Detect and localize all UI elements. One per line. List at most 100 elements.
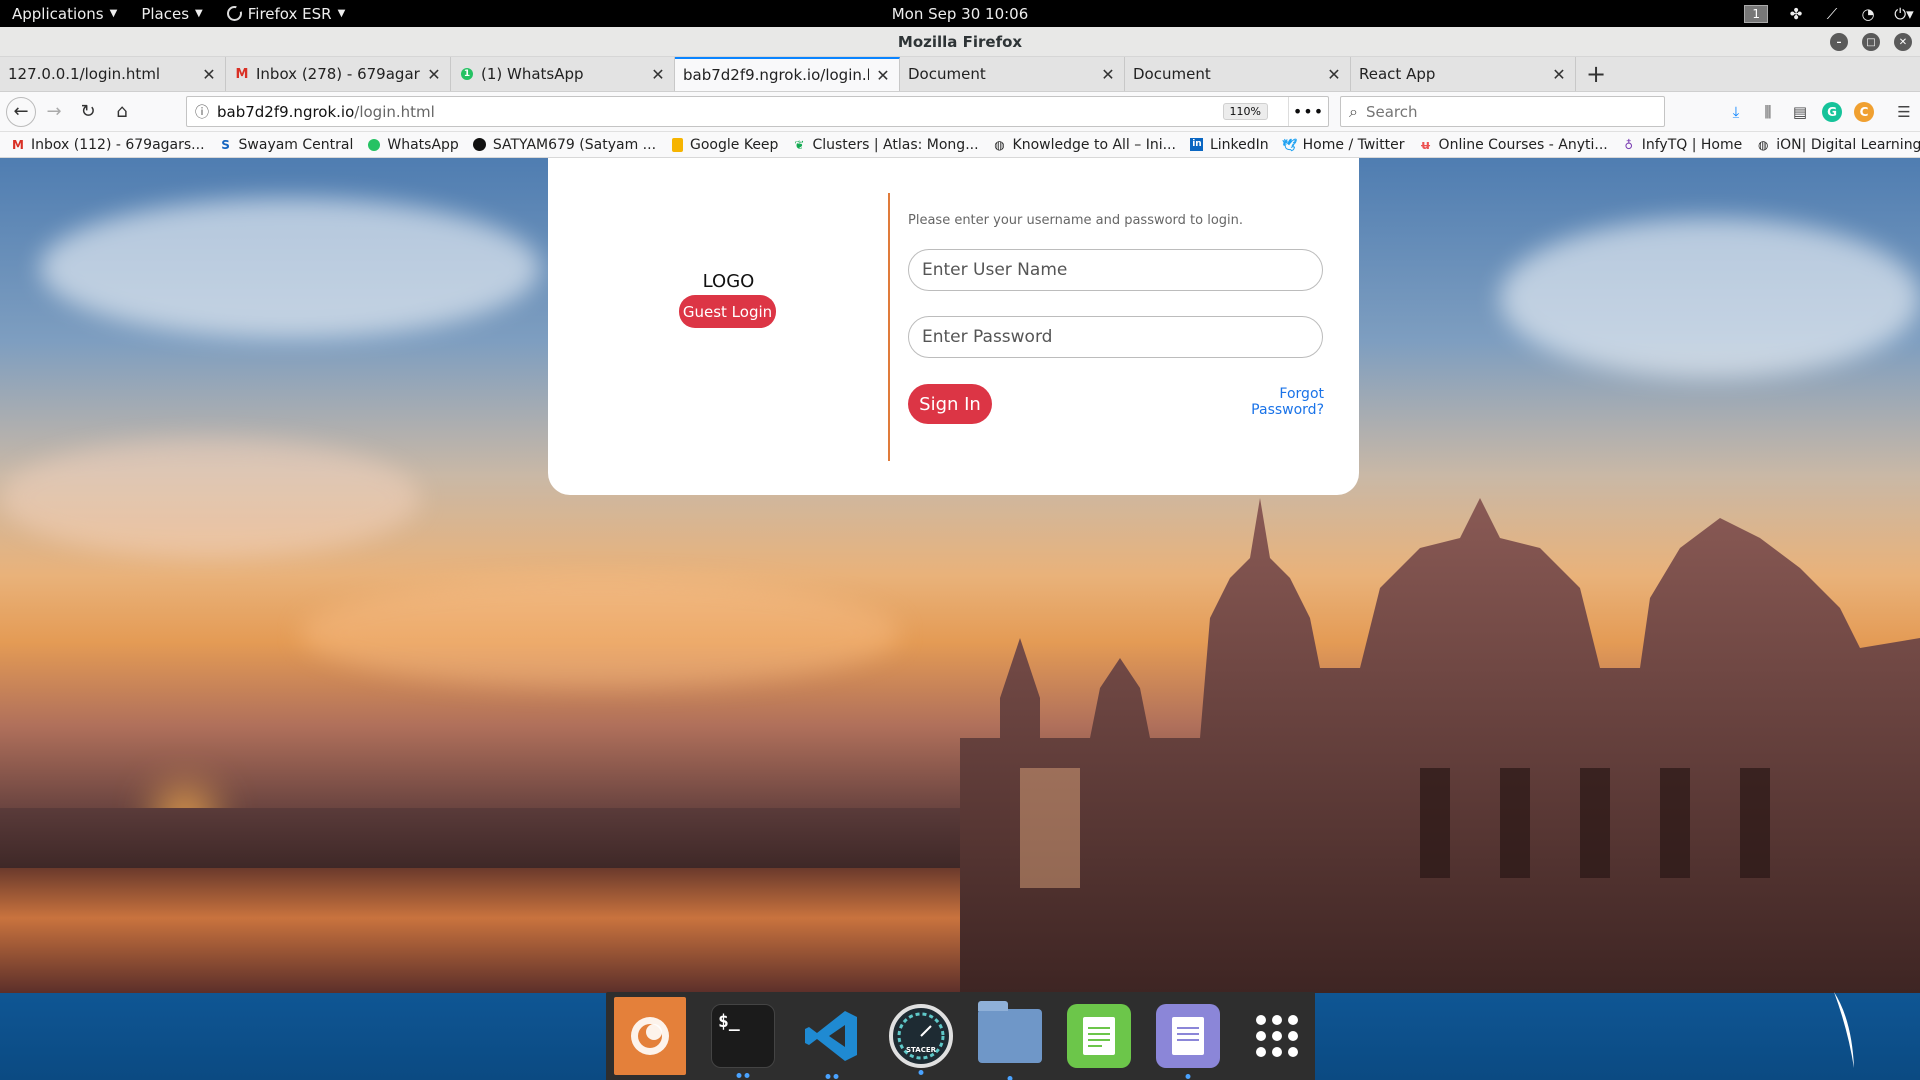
wifi-icon[interactable]: ◔ [1860, 5, 1876, 23]
extension-icon[interactable]: C [1854, 102, 1874, 122]
tab[interactable]: React App ✕ [1351, 57, 1576, 91]
new-tab-button[interactable]: + [1576, 57, 1616, 91]
bookmark-item[interactable]: S Swayam Central [218, 136, 354, 153]
grammarly-icon[interactable]: G [1822, 102, 1842, 122]
dots-grid [1256, 1015, 1298, 1057]
bookmark-item[interactable]: 🕊 Home / Twitter [1282, 137, 1405, 153]
forgot-password-link[interactable]: Forgot Password? [1208, 386, 1324, 418]
bookmark-item[interactable]: ʉ Online Courses - Anyti... [1418, 137, 1608, 153]
dropbox-icon[interactable]: ✤ [1788, 5, 1804, 23]
bookmark-item[interactable]: WhatsApp [366, 137, 459, 153]
close-tab-icon[interactable]: ✕ [1551, 65, 1567, 84]
page-actions-icon[interactable]: ••• [1288, 97, 1328, 126]
bookmark-label: Inbox (112) - 679agars... [31, 136, 205, 153]
url-bar[interactable]: ⓘ bab7d2f9.ngrok.io/login.html 110% ••• [186, 96, 1329, 127]
close-tab-icon[interactable]: ✕ [1326, 65, 1342, 84]
search-icon: ⌕ [1349, 101, 1358, 121]
home-button[interactable]: ⌂ [106, 96, 138, 128]
minimize-icon[interactable]: – [1830, 33, 1848, 51]
close-icon[interactable]: ✕ [1894, 33, 1912, 51]
whatsapp-icon: 1 [459, 66, 475, 82]
zoom-indicator[interactable]: 110% [1222, 103, 1268, 120]
bookmark-label: Google Keep [690, 136, 779, 153]
tab[interactable]: M Inbox (278) - 679agarsa ✕ [226, 57, 451, 91]
notes-icon[interactable] [1156, 1004, 1220, 1079]
workspace-indicator[interactable]: 1 [1744, 4, 1768, 23]
power-icon[interactable]: ⏻▾ [1894, 5, 1913, 23]
bookmark-item[interactable]: ♁ InfyTQ | Home [1621, 137, 1742, 153]
guest-login-button[interactable]: Guest Login [679, 295, 776, 328]
linkedin-icon: in [1190, 138, 1204, 151]
terminal-icon[interactable]: $_ [711, 1004, 775, 1078]
bookmark-item[interactable]: ◍ Knowledge to All – Ini... [992, 137, 1176, 153]
firefox-icon [226, 5, 243, 21]
navigation-toolbar: ← → ↻ ⌂ ⓘ bab7d2f9.ngrok.io/login.html 1… [0, 92, 1920, 132]
tab[interactable]: Document ✕ [1125, 57, 1351, 91]
bookmark-item[interactable]: SATYAM679 (Satyam ... [472, 137, 656, 153]
arrow-right-icon: → [46, 101, 62, 122]
text-editor-icon[interactable] [1067, 1004, 1131, 1068]
clock[interactable]: Mon Sep 30 10:06 [892, 5, 1029, 23]
firefox-icon[interactable] [614, 997, 686, 1075]
bookmark-item[interactable]: M Inbox (112) - 679agars... [10, 137, 205, 153]
bookmark-item[interactable]: ◍ iON| Digital Learning [1755, 137, 1920, 153]
tab-active[interactable]: bab7d2f9.ngrok.io/login.ht ✕ [675, 57, 900, 91]
tab-label: Inbox (278) - 679agarsa [256, 65, 420, 83]
caret-down-icon: ▼ [337, 8, 346, 19]
maximize-icon[interactable]: □ [1862, 33, 1880, 51]
tab-label: 127.0.0.1/login.html [8, 65, 161, 83]
files-icon[interactable] [978, 1001, 1042, 1080]
download-icon[interactable]: ⤓ [1726, 102, 1746, 122]
stacer-label: STACER [906, 1046, 936, 1054]
bookmark-label: Swayam Central [238, 136, 354, 153]
password-input[interactable] [908, 316, 1323, 358]
bookmark-label: Clusters | Atlas: Mong... [812, 136, 979, 153]
stacer-icon[interactable]: STACER [889, 1004, 953, 1075]
close-tab-icon[interactable]: ✕ [1100, 65, 1116, 84]
logo: LOGO [702, 271, 755, 292]
gnome-top-bar: Applications ▼ Places ▼ Firefox ESR ▼ Mon S… [0, 0, 1920, 27]
url-domain: bab7d2f9.ngrok.io [217, 102, 355, 121]
vscode-logo [805, 1011, 857, 1061]
login-prompt: Please enter your username and password … [908, 213, 1244, 228]
forward-button[interactable]: → [38, 96, 70, 128]
app-grid-icon[interactable] [1245, 1004, 1309, 1068]
close-tab-icon[interactable]: ✕ [201, 65, 217, 84]
info-icon[interactable]: ⓘ [187, 102, 217, 122]
whatsapp-icon [366, 137, 382, 153]
window-titlebar: Mozilla Firefox – □ ✕ [0, 27, 1920, 57]
library-icon[interactable]: ⫼ [1758, 102, 1778, 122]
vscode-icon[interactable] [800, 1004, 864, 1079]
tab[interactable]: 127.0.0.1/login.html ✕ [0, 57, 226, 91]
username-input[interactable] [908, 249, 1323, 291]
udemy-icon: ʉ [1420, 137, 1432, 152]
close-tab-icon[interactable]: ✕ [875, 66, 891, 85]
github-icon [472, 137, 488, 153]
login-card: LOGO Guest Login Please enter your usern… [548, 158, 1359, 495]
cloud [300, 578, 900, 688]
tab-label: React App [1359, 65, 1436, 83]
bookmark-item[interactable]: ❦ Clusters | Atlas: Mong... [791, 137, 978, 153]
applications-menu[interactable]: Applications ▼ [0, 0, 129, 27]
network-off-icon[interactable]: ⟋ [1824, 5, 1840, 23]
firefox-menu-label: Firefox ESR [247, 4, 332, 23]
search-bar[interactable]: ⌕ [1340, 96, 1665, 127]
sidebar-icon[interactable]: ▤ [1790, 102, 1810, 122]
sign-in-button[interactable]: Sign In [908, 384, 992, 424]
firefox-app-menu[interactable]: Firefox ESR ▼ [215, 0, 358, 27]
reload-button[interactable]: ↻ [72, 96, 104, 128]
search-input[interactable] [1365, 102, 1646, 121]
bookmark-item[interactable]: Google Keep [669, 137, 778, 153]
tab[interactable]: Document ✕ [900, 57, 1125, 91]
bookmark-item[interactable]: in LinkedIn [1189, 137, 1269, 153]
tab[interactable]: 1 (1) WhatsApp ✕ [451, 57, 675, 91]
hamburger-menu-icon[interactable]: ☰ [1894, 102, 1914, 122]
close-tab-icon[interactable]: ✕ [426, 65, 442, 84]
close-tab-icon[interactable]: ✕ [650, 65, 666, 84]
url-path: /login.html [354, 102, 435, 121]
places-menu[interactable]: Places ▼ [129, 0, 214, 27]
temple-silhouette [960, 498, 1920, 993]
keep-icon [669, 137, 685, 153]
back-button[interactable]: ← [6, 96, 36, 127]
bookmarks-toolbar: M Inbox (112) - 679agars... S Swayam Centr… [0, 132, 1920, 158]
